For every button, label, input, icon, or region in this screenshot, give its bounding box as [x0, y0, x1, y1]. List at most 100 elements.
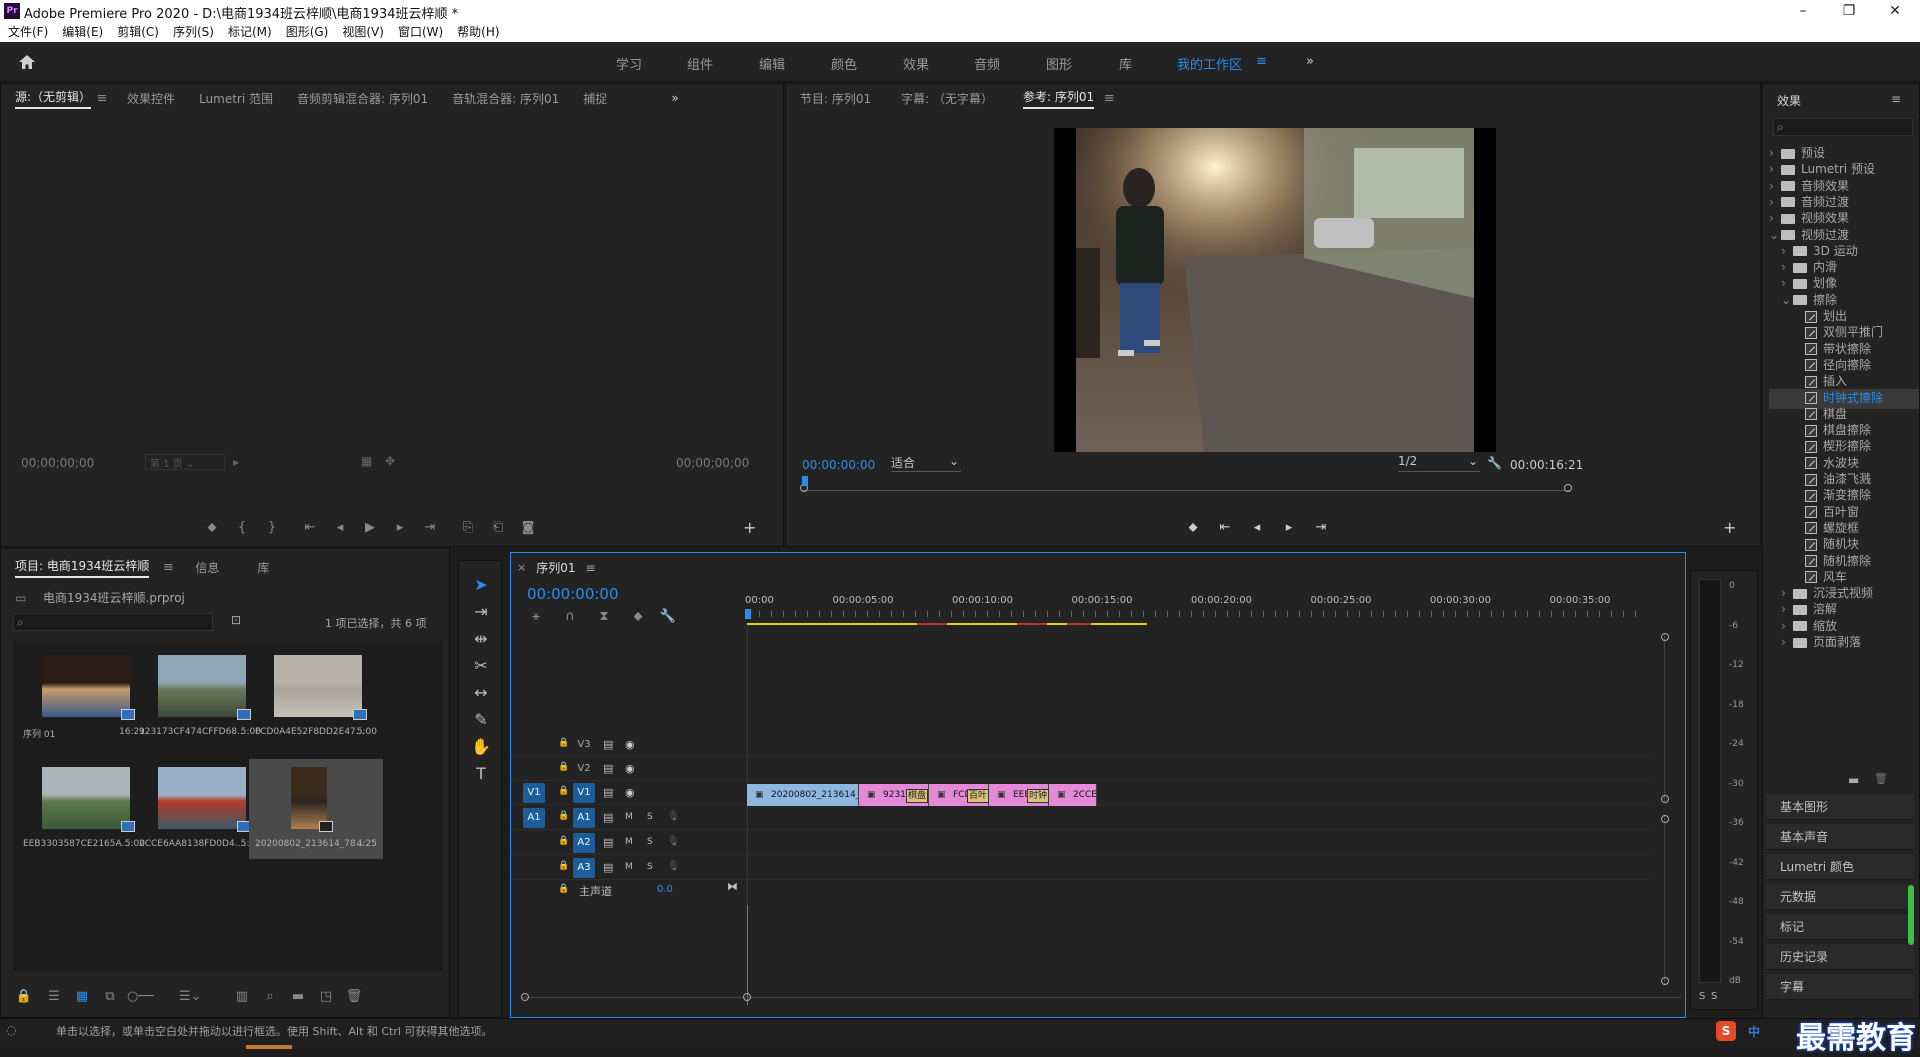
track-target-A3[interactable]: A3: [573, 858, 595, 878]
workspace-menu-icon[interactable]: ≡: [1256, 54, 1267, 69]
mute-button[interactable]: M: [625, 812, 633, 822]
tab-reference[interactable]: 参考: 序列01: [1023, 88, 1095, 109]
menu-window[interactable]: 窗口(W): [398, 22, 443, 42]
automate-icon[interactable]: ▥: [231, 989, 253, 1004]
step-forward-icon[interactable]: ▸: [1278, 520, 1300, 535]
toggle-sync-lock-icon[interactable]: ▤: [603, 786, 613, 799]
track-lock-icon[interactable]: 🔒: [558, 762, 569, 772]
panel-section-6[interactable]: 字幕: [1766, 974, 1914, 1000]
mark-out-icon[interactable]: }: [261, 520, 283, 535]
ripple-edit-tool-icon[interactable]: ⇹: [469, 625, 493, 652]
mute-button[interactable]: M: [625, 862, 633, 872]
mark-in-icon[interactable]: {: [231, 520, 253, 535]
timeline-clip[interactable]: 20200802_213614_ ▣: [747, 784, 859, 806]
add-button-icon[interactable]: +: [1723, 518, 1736, 537]
video-vertical-scrollbar[interactable]: [1661, 633, 1669, 803]
chevron-right-icon[interactable]: ›: [1781, 260, 1793, 274]
source-patch-A1[interactable]: A1: [523, 808, 545, 828]
project-item[interactable]: FCD0A4E52F8DD2E47... 5:00: [249, 647, 383, 747]
icon-view-icon[interactable]: ▦: [71, 989, 93, 1004]
go-to-out-icon[interactable]: ⇥: [419, 520, 441, 535]
new-bin-from-search-icon[interactable]: ⊡: [231, 613, 241, 627]
zoom-slider-icon[interactable]: ○──: [127, 989, 154, 1004]
track-target-V2[interactable]: V2: [573, 759, 595, 779]
chevron-right-icon[interactable]: ›: [1769, 211, 1781, 225]
voiceover-icon[interactable]: 🎙: [667, 836, 680, 847]
solo-button[interactable]: S: [647, 837, 653, 847]
effects-search-input[interactable]: ⌕: [1773, 118, 1913, 136]
tab-program[interactable]: 节目: 序列01: [800, 90, 871, 107]
solo-button[interactable]: S: [647, 812, 653, 822]
program-scrubber[interactable]: [800, 484, 1572, 494]
track-lock-icon[interactable]: 🔒: [558, 884, 569, 894]
tab-effect-controls[interactable]: 效果控件: [127, 90, 175, 107]
step-back-icon[interactable]: ◂: [329, 520, 351, 535]
toggle-sync-lock-icon[interactable]: ▤: [603, 738, 613, 751]
slip-tool-icon[interactable]: ↔: [469, 679, 493, 706]
track-lock-icon[interactable]: 🔒: [558, 811, 569, 821]
workspace-assembly[interactable]: 组件: [687, 54, 713, 73]
project-item[interactable]: 序列 01 16:21: [17, 647, 151, 747]
panel-menu-icon[interactable]: ≡: [157, 560, 179, 575]
play-icon[interactable]: ▶: [359, 520, 381, 535]
panel-section-4[interactable]: 标记: [1766, 914, 1914, 940]
add-marker-icon[interactable]: ⬥: [1182, 520, 1204, 535]
track-target-V1[interactable]: V1: [573, 783, 595, 803]
sort-icon[interactable]: ☰⌄: [179, 989, 202, 1004]
ime-language[interactable]: 中: [1748, 1023, 1760, 1040]
overwrite-icon[interactable]: ⎗: [487, 520, 509, 535]
track-lock-icon[interactable]: 🔒: [558, 861, 569, 871]
add-button-icon[interactable]: +: [743, 518, 756, 537]
minimize-button[interactable]: –: [1780, 0, 1826, 22]
workspace-libraries[interactable]: 库: [1119, 54, 1132, 73]
timeline-clip[interactable]: 2CCE6▣: [1049, 784, 1097, 806]
new-bin-icon[interactable]: ▬: [1848, 773, 1859, 787]
project-item[interactable]: EEB3303587CE2165A... 5:00: [17, 759, 151, 859]
toggle-sync-lock-icon[interactable]: ▤: [603, 836, 613, 849]
master-end-icon[interactable]: ⧓: [727, 880, 738, 893]
resolution-select[interactable]: 1/2 ⌄: [1398, 454, 1480, 472]
workspace-overflow-icon[interactable]: »: [1306, 54, 1314, 69]
lock-icon[interactable]: 🔒: [13, 989, 35, 1004]
tab-source[interactable]: 源:（无剪辑）: [15, 88, 92, 109]
project-item[interactable]: 20200802_213614_78... 4:25: [249, 759, 383, 859]
wrench-icon[interactable]: 🔧: [1487, 456, 1502, 470]
effects-scrollbar[interactable]: [1908, 885, 1914, 945]
tab-project[interactable]: 项目: 电商1934班云梓顺: [15, 557, 150, 578]
tab-audio-clip-mixer[interactable]: 音频剪辑混合器: 序列01: [297, 90, 428, 107]
selection-tool-icon[interactable]: ➤: [469, 571, 493, 598]
project-item[interactable]: 923173CF474CFFD68... 5:00: [133, 647, 267, 747]
maximize-button[interactable]: ❐: [1826, 0, 1872, 22]
toggle-sync-lock-icon[interactable]: ▤: [603, 861, 613, 874]
page-select[interactable]: 第 1 页 ⌄: [145, 454, 225, 470]
workspace-my[interactable]: 我的工作区: [1177, 54, 1242, 73]
chevron-down-icon[interactable]: ⌄: [1781, 293, 1793, 307]
export-frame-icon[interactable]: ◙: [517, 520, 539, 535]
workspace-audio[interactable]: 音频: [974, 54, 1000, 73]
panel-menu-icon[interactable]: ≡: [1098, 91, 1120, 106]
solo-button[interactable]: S: [647, 862, 653, 872]
toggle-sync-lock-icon[interactable]: ▤: [603, 762, 613, 775]
menu-help[interactable]: 帮助(H): [457, 22, 499, 42]
menu-clip[interactable]: 剪辑(C): [117, 22, 159, 42]
chevron-down-icon[interactable]: ⌄: [1769, 228, 1781, 242]
zoom-select[interactable]: 适合 ⌄: [891, 454, 961, 472]
track-target-A1[interactable]: A1: [573, 808, 595, 828]
menu-marker[interactable]: 标记(M): [228, 22, 272, 42]
program-timecode[interactable]: 00:00:00:00: [802, 458, 875, 472]
eye-icon[interactable]: ◉: [625, 738, 635, 751]
track-lock-icon[interactable]: 🔒: [558, 836, 569, 846]
panel-section-0[interactable]: 基本图形: [1766, 794, 1914, 820]
trash-icon[interactable]: 🗑: [1874, 772, 1888, 785]
audio-vertical-scrollbar[interactable]: [1661, 815, 1669, 985]
panel-section-3[interactable]: 元数据: [1766, 884, 1914, 910]
go-to-in-icon[interactable]: ⇤: [1214, 520, 1236, 535]
panel-overflow-icon[interactable]: »: [671, 91, 678, 105]
chevron-right-icon[interactable]: ›: [1781, 586, 1793, 600]
panel-section-1[interactable]: 基本声音: [1766, 824, 1914, 850]
transition-marker[interactable]: 时钟: [1027, 789, 1049, 803]
chevron-right-icon[interactable]: ›: [1781, 276, 1793, 290]
razor-tool-icon[interactable]: ✂: [469, 652, 493, 679]
program-monitor-frame[interactable]: [1054, 128, 1496, 452]
effect-folder[interactable]: › 页面剥落: [1769, 633, 1919, 653]
